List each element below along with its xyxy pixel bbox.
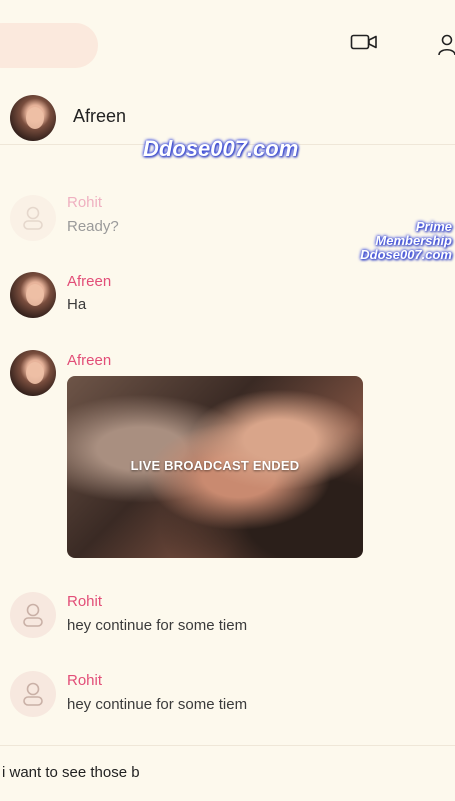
message-text: Ready? xyxy=(67,218,119,235)
search-pill[interactable] xyxy=(0,23,98,68)
user-icon xyxy=(23,682,43,706)
message-text: hey continue for some tiem xyxy=(67,696,248,713)
sender-name: Rohit xyxy=(67,194,103,211)
message-composer xyxy=(0,745,455,801)
top-bar xyxy=(0,0,455,92)
sender-avatar[interactable] xyxy=(10,272,56,318)
user-icon xyxy=(23,603,43,627)
sender-avatar[interactable] xyxy=(10,195,56,241)
video-call-icon[interactable] xyxy=(350,33,378,56)
message-text: hey continue for some tiem xyxy=(67,617,248,634)
message-input[interactable] xyxy=(2,760,442,784)
sender-name: Rohit xyxy=(67,593,103,610)
user-icon xyxy=(23,206,43,230)
watermark-line: Prime xyxy=(415,219,452,234)
live-broadcast-card[interactable]: LIVE BROADCAST ENDED xyxy=(67,376,363,558)
sender-name: Rohit xyxy=(67,672,103,689)
contact-avatar[interactable] xyxy=(10,95,56,141)
sender-name: Afreen xyxy=(67,273,112,290)
watermark-text: Ddose007.com xyxy=(143,136,299,161)
message-text: Ha xyxy=(67,296,87,313)
sender-avatar[interactable] xyxy=(10,350,56,396)
sender-avatar[interactable] xyxy=(10,592,56,638)
contact-name[interactable]: Afreen xyxy=(73,106,126,127)
sender-avatar[interactable] xyxy=(10,671,56,717)
watermark-side: Prime Membership Ddose007.com xyxy=(344,220,452,262)
group-icon[interactable] xyxy=(438,33,455,62)
watermark-line: Membership xyxy=(375,233,452,248)
sender-name: Afreen xyxy=(67,352,112,369)
broadcast-status: LIVE BROADCAST ENDED xyxy=(130,458,300,473)
watermark-line: Ddose007.com xyxy=(360,247,452,262)
